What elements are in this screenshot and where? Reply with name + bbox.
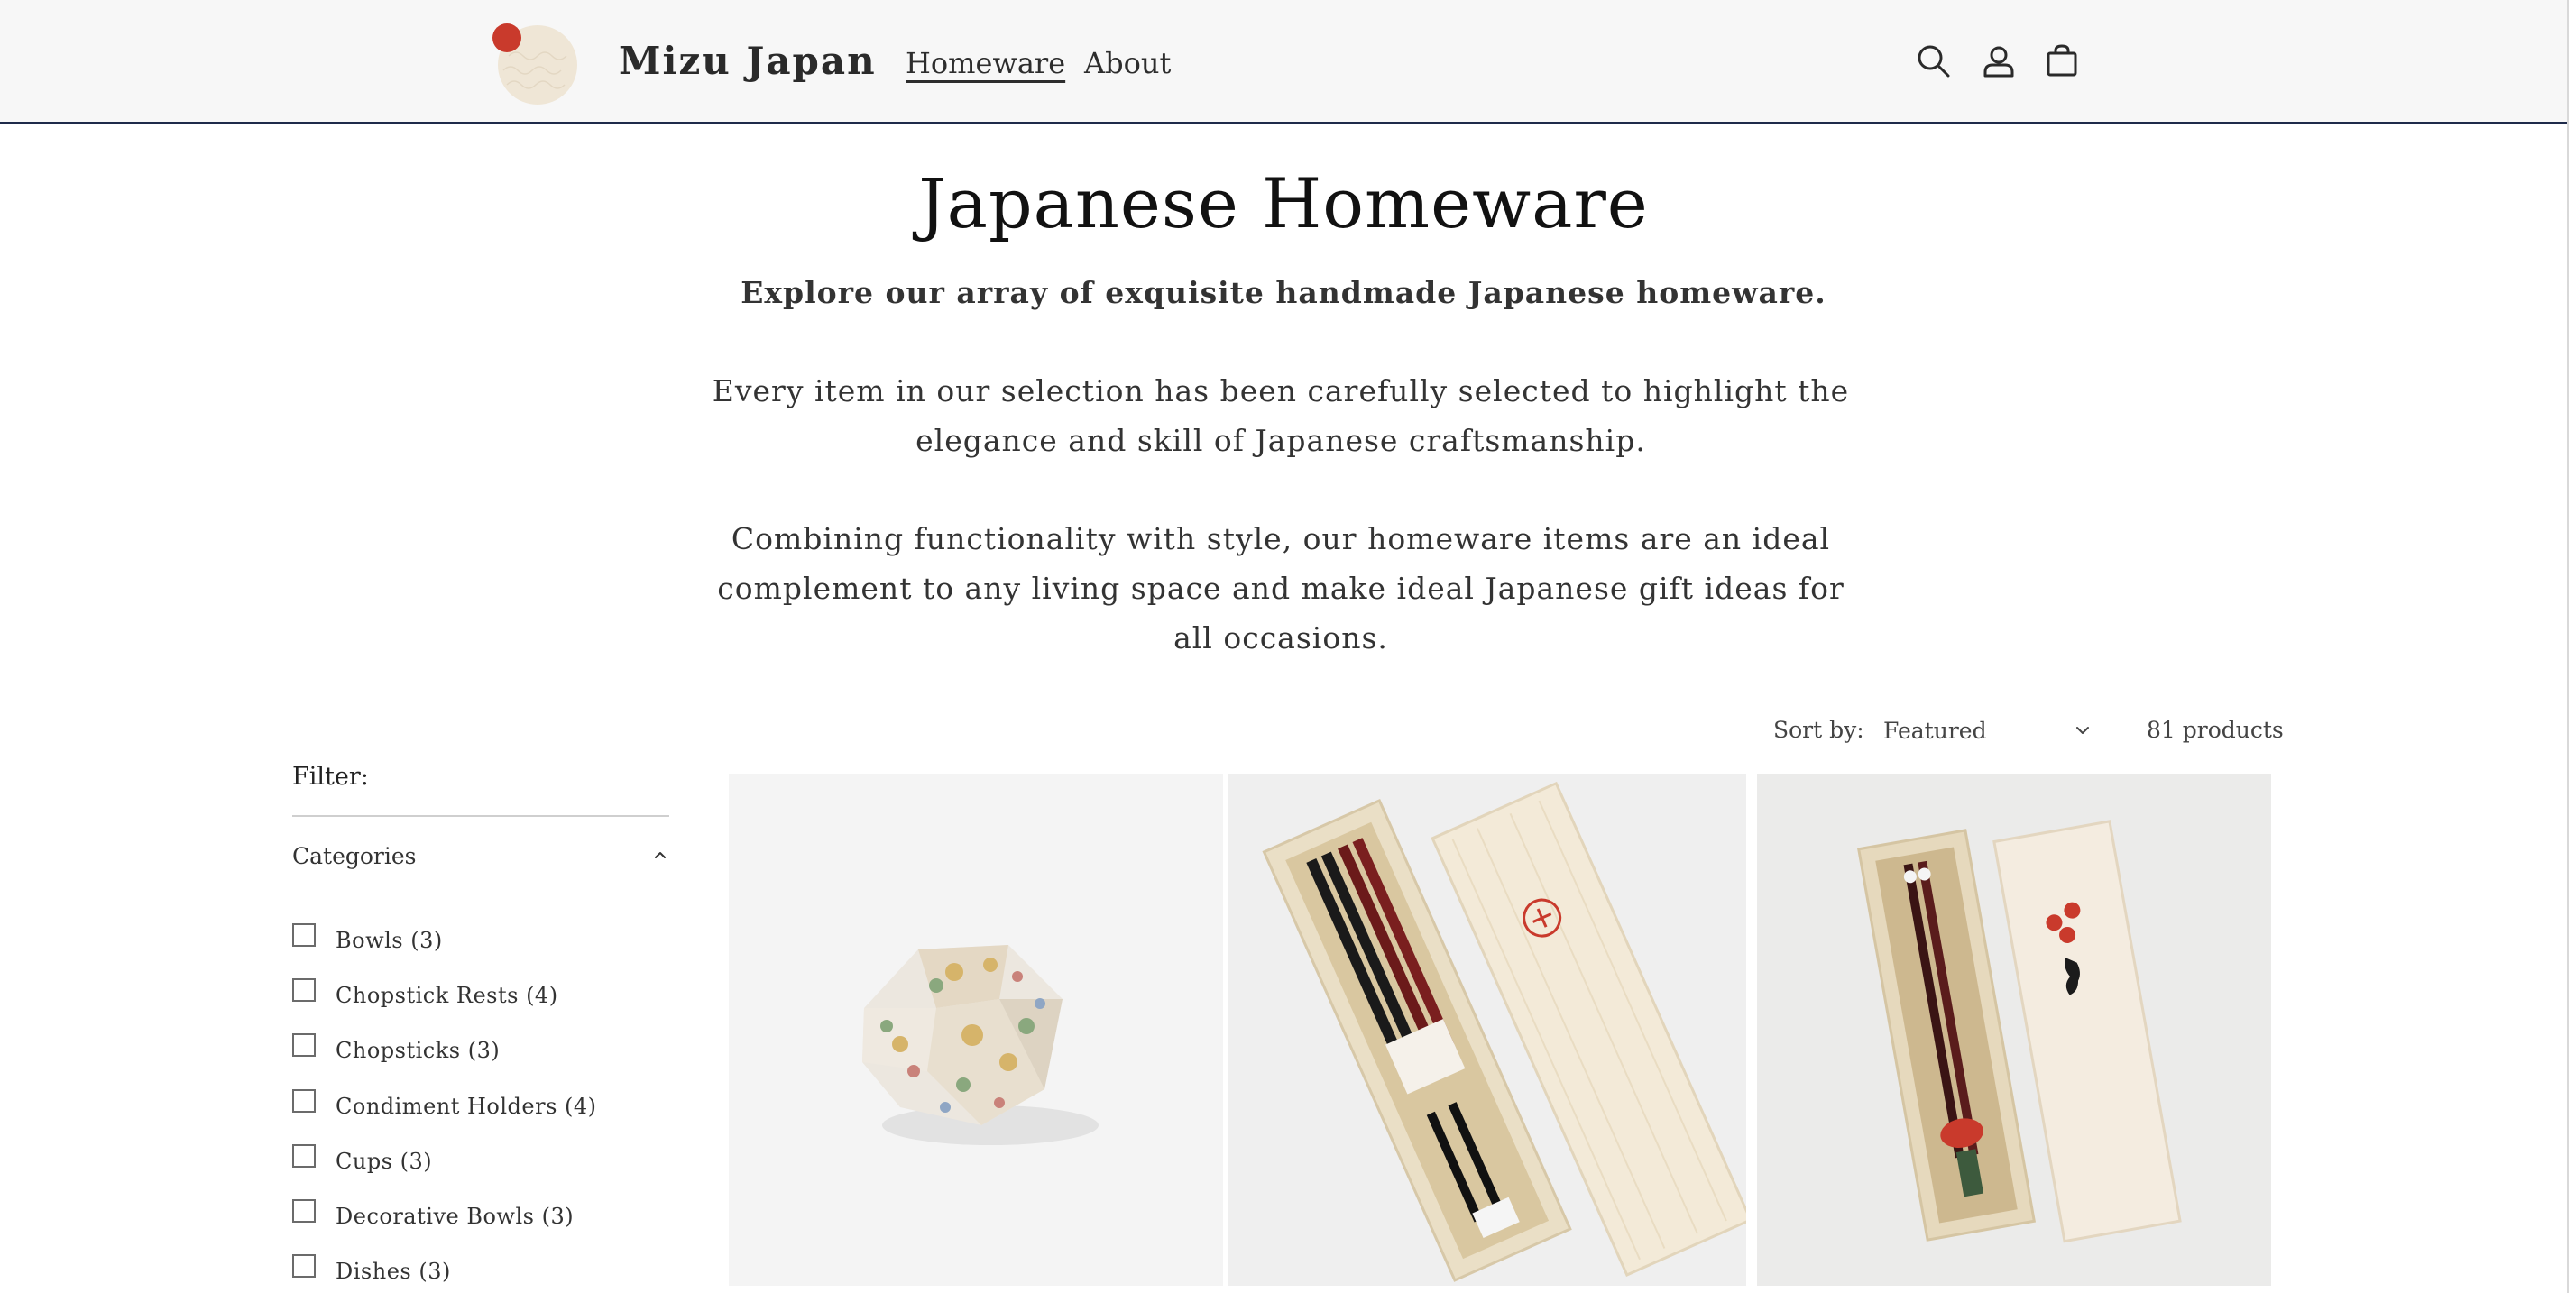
category-label: Decorative Bowls (3) [336,1204,575,1230]
category-label: Bowls (3) [336,927,443,953]
product-image [1228,774,1746,1286]
chevron-down-icon [2073,720,2093,740]
category-filter-chopstick-rests[interactable]: Chopstick Rests (4) [292,966,671,1021]
cart-icon[interactable] [2040,40,2084,83]
category-filter-chopsticks[interactable]: Chopsticks (3) [292,1022,671,1077]
collection-description-1: Every item in our selection has been car… [712,373,1850,458]
checkbox[interactable] [292,1199,316,1224]
product-count: 81 products [2147,717,2284,743]
category-label: Cups (3) [336,1148,433,1174]
category-filter-decorative-bowls[interactable]: Decorative Bowls (3) [292,1187,671,1242]
category-label: Dishes (3) [336,1259,451,1285]
filter-divider [292,815,669,817]
checkbox[interactable] [292,1143,316,1168]
sort-selected-value: Featured [1883,717,1987,744]
category-label: Condiment Holders (4) [336,1093,597,1119]
product-card-chopsticks-pair[interactable] [1228,774,1746,1286]
product-card-cat-chopsticks[interactable] [1757,774,2271,1286]
product-image [1757,774,2271,1286]
category-filter-condiment-holders[interactable]: Condiment Holders (4) [292,1077,671,1132]
page-title: Japanese Homeware [918,163,1649,243]
chevron-up-icon [651,847,669,865]
account-icon[interactable] [1977,40,2020,83]
sort-label: Sort by: [1773,717,1864,743]
checkbox[interactable] [292,922,316,947]
nav-homeware-link[interactable]: Homeware [906,40,1065,87]
search-icon[interactable] [1912,40,1955,83]
brand-name[interactable]: Mizu Japan [619,32,877,90]
filter-heading: Filter: [292,763,369,791]
checkbox[interactable] [292,1254,316,1279]
nav-about-link[interactable]: About [1084,40,1171,87]
collection-description-2: Combining functionality with style, our … [717,521,1845,656]
category-filter-list: Bowls (3) Chopstick Rests (4) Chopsticks… [292,911,671,1297]
sort-select[interactable]: Featured [1876,709,2100,752]
categories-title: Categories [292,842,417,869]
brand-logo-icon[interactable] [491,20,581,106]
category-label: Chopstick Rests (4) [336,982,558,1008]
collection-lead-text: Explore our array of exquisite handmade … [741,275,1826,310]
category-filter-cups[interactable]: Cups (3) [292,1132,671,1187]
category-filter-bowls[interactable]: Bowls (3) [292,911,671,966]
category-label: Chopsticks (3) [336,1038,501,1064]
product-image [729,774,1223,1286]
categories-toggle[interactable]: Categories [292,837,669,875]
category-filter-dishes[interactable]: Dishes (3) [292,1242,671,1297]
site-header: Mizu Japan Homeware About [0,0,2567,124]
product-card-brocade-box[interactable] [729,774,1223,1286]
window-scroll-edge [2567,0,2576,1302]
window-bottom-edge [0,1293,2576,1302]
checkbox[interactable] [292,1088,316,1113]
checkbox[interactable] [292,977,316,1002]
checkbox[interactable] [292,1033,316,1058]
